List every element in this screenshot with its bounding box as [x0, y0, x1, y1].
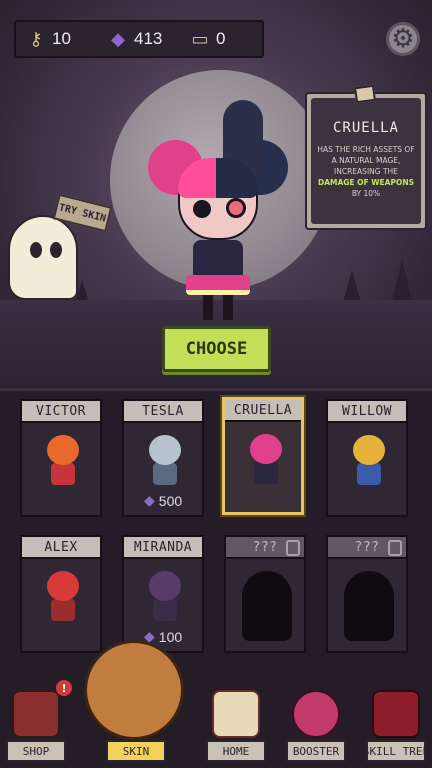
- key-plus-icon: ⚷: [29, 28, 43, 50]
- skin-card-locked[interactable]: ???: [224, 535, 306, 653]
- gear-icon[interactable]: ⚙: [386, 22, 420, 56]
- skin-name: CRUELLA: [332, 120, 399, 136]
- nav-skill-tree-label: SKILL TREE: [366, 740, 426, 762]
- house-icon: [212, 690, 260, 738]
- gem-plus-icon: ◆: [111, 28, 125, 50]
- skin-avatar: [43, 435, 83, 485]
- skin-avatar: [349, 435, 389, 485]
- skin-card-name: MIRANDA: [124, 537, 202, 559]
- gems-counter[interactable]: ◆ 413: [106, 27, 180, 51]
- keys-value: 10: [52, 29, 71, 48]
- ticket-plus-icon: ▭: [191, 28, 209, 50]
- skin-card-victor[interactable]: VICTOR: [20, 399, 102, 517]
- skin-description: HAS THE RICH ASSETS OF A NATURAL MAGE, I…: [317, 144, 415, 199]
- skin-card-name: WILLOW: [328, 401, 406, 423]
- shop-stall-icon: [12, 690, 60, 738]
- nav-booster-label: BOOSTER: [286, 740, 346, 762]
- skin-card-locked[interactable]: ???: [326, 535, 408, 653]
- skin-price-value: 500: [158, 492, 183, 509]
- skin-card-name: VICTOR: [22, 401, 100, 423]
- choose-button[interactable]: CHOOSE: [162, 326, 271, 372]
- locked-silhouette: [344, 571, 394, 641]
- tickets-counter[interactable]: ▭ 0: [188, 27, 262, 51]
- skin-card-name: ALEX: [22, 537, 100, 559]
- currency-bar: ⚷ 10 ◆ 413 ▭ 0: [14, 20, 264, 58]
- skin-card-alex[interactable]: ALEX: [20, 535, 102, 653]
- nav-home-button[interactable]: HOME: [204, 670, 268, 768]
- skin-card-tesla[interactable]: TESLA ◆ 500: [122, 399, 204, 517]
- bottom-nav: ! SHOP SKIN HOME BOOSTER SKILL TREE: [0, 640, 432, 768]
- spellbook-icon: [372, 690, 420, 738]
- skin-avatar: [43, 571, 83, 621]
- locked-silhouette: [242, 571, 292, 641]
- tickets-value: 0: [216, 29, 226, 48]
- skin-price-value: 100: [158, 628, 183, 645]
- skin-avatar: [145, 435, 185, 485]
- lock-icon: [388, 540, 402, 556]
- nav-skill-tree-button[interactable]: SKILL TREE: [364, 670, 428, 768]
- skin-card-miranda[interactable]: MIRANDA ◆ 100: [122, 535, 204, 653]
- gems-value: 413: [134, 29, 163, 48]
- skin-card-name: TESLA: [124, 401, 202, 423]
- owl-mascot-icon: [84, 640, 184, 740]
- nav-booster-button[interactable]: BOOSTER: [284, 670, 348, 768]
- pin-icon: [353, 84, 377, 104]
- character-preview: [148, 100, 288, 320]
- skin-description-text: HAS THE RICH ASSETS OF A NATURAL MAGE, I…: [317, 145, 415, 176]
- gem-icon: ◆: [144, 492, 155, 508]
- ghost-mascot: [8, 215, 78, 300]
- skin-description-highlight: DAMAGE OF WEAPONS: [317, 178, 415, 187]
- nav-home-label: HOME: [206, 740, 266, 762]
- skin-description-suffix: BY 10%: [351, 189, 381, 198]
- nav-shop-label: SHOP: [6, 740, 66, 762]
- potion-icon: [292, 690, 340, 738]
- skin-info-panel: CRUELLA HAS THE RICH ASSETS OF A NATURAL…: [305, 84, 427, 230]
- nav-skin-button[interactable]: SKIN: [84, 640, 184, 768]
- skin-avatar: [145, 571, 185, 621]
- skin-card-willow[interactable]: WILLOW: [326, 399, 408, 517]
- lock-icon: [286, 540, 300, 556]
- skin-card-cruella[interactable]: CRUELLA: [222, 397, 304, 515]
- keys-counter[interactable]: ⚷ 10: [24, 27, 98, 51]
- skin-card-name: CRUELLA: [225, 400, 301, 422]
- skin-price: ◆ 500: [144, 492, 182, 509]
- nav-skin-label: SKIN: [106, 740, 166, 762]
- skin-avatar: [246, 434, 286, 484]
- alert-badge: !: [56, 680, 72, 696]
- nav-shop-button[interactable]: ! SHOP: [4, 670, 72, 768]
